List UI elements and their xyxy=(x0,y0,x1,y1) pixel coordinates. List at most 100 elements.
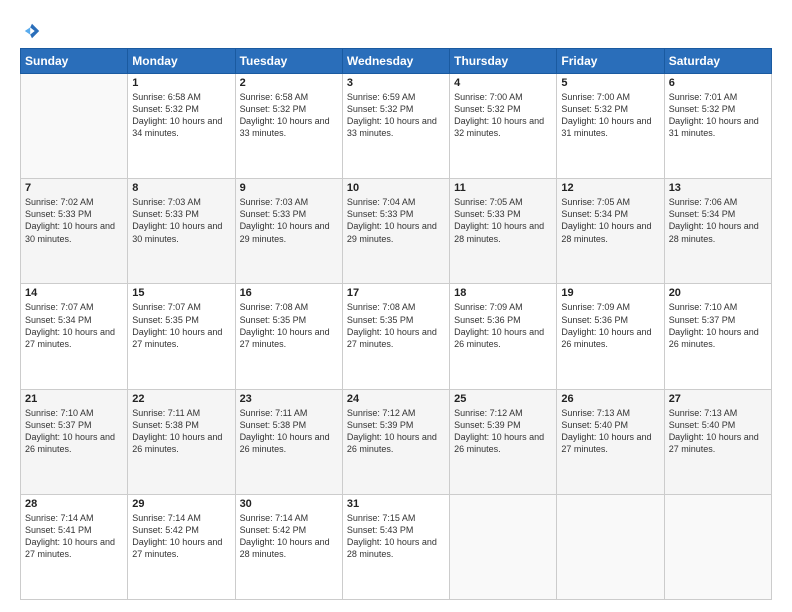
day-number: 19 xyxy=(561,287,659,299)
day-number: 28 xyxy=(25,498,123,510)
day-of-week-header: Tuesday xyxy=(235,49,342,74)
day-of-week-header: Thursday xyxy=(450,49,557,74)
day-number: 9 xyxy=(240,182,338,194)
calendar-week-row: 1 Sunrise: 6:58 AMSunset: 5:32 PMDaylight… xyxy=(21,74,772,179)
day-detail: Sunrise: 7:07 AMSunset: 5:34 PMDaylight:… xyxy=(25,301,123,350)
day-detail: Sunrise: 7:08 AMSunset: 5:35 PMDaylight:… xyxy=(240,301,338,350)
day-number: 17 xyxy=(347,287,445,299)
day-number: 21 xyxy=(25,393,123,405)
calendar-cell: 24Sunrise: 7:12 AMSunset: 5:39 PMDayligh… xyxy=(342,389,449,494)
day-detail: Sunrise: 7:10 AMSunset: 5:37 PMDaylight:… xyxy=(25,407,123,456)
calendar-cell: 6Sunrise: 7:01 AMSunset: 5:32 PMDaylight… xyxy=(664,74,771,179)
day-detail: Sunrise: 6:59 AMSunset: 5:32 PMDaylight:… xyxy=(347,91,445,140)
calendar-cell: 23 Sunrise: 7:11 AMSunset: 5:38 PMDayligh… xyxy=(235,389,342,494)
day-number: 13 xyxy=(669,182,767,194)
header xyxy=(20,18,772,40)
day-number: 12 xyxy=(561,182,659,194)
day-detail: Sunrise: 6:58 AMSunset: 5:32 PMDaylight:… xyxy=(132,91,230,140)
day-detail: Sunrise: 7:03 AMSunset: 5:33 PMDaylight:… xyxy=(240,196,338,245)
day-number: 31 xyxy=(347,498,445,510)
day-number: 16 xyxy=(240,287,338,299)
day-detail: Sunrise: 7:13 AMSunset: 5:40 PMDaylight:… xyxy=(669,407,767,456)
day-detail: Sunrise: 7:14 AMSunset: 5:41 PMDaylight:… xyxy=(25,512,123,561)
calendar-cell: 29 Sunrise: 7:14 AMSunset: 5:42 PMDayligh… xyxy=(128,494,235,599)
calendar-cell: 12 Sunrise: 7:05 AMSunset: 5:34 PMDayligh… xyxy=(557,179,664,284)
day-detail: Sunrise: 7:07 AMSunset: 5:35 PMDaylight:… xyxy=(132,301,230,350)
day-detail: Sunrise: 7:00 AMSunset: 5:32 PMDaylight:… xyxy=(454,91,552,140)
day-number: 8 xyxy=(132,182,230,194)
day-detail: Sunrise: 7:10 AMSunset: 5:37 PMDaylight:… xyxy=(669,301,767,350)
logo xyxy=(20,18,41,40)
calendar-cell: 2Sunrise: 6:58 AMSunset: 5:32 PMDaylight… xyxy=(235,74,342,179)
calendar-cell: 17 Sunrise: 7:08 AMSunset: 5:35 PMDayligh… xyxy=(342,284,449,389)
calendar-header-row: SundayMondayTuesdayWednesdayThursdayFrid… xyxy=(21,49,772,74)
calendar-cell: 20 Sunrise: 7:10 AMSunset: 5:37 PMDayligh… xyxy=(664,284,771,389)
calendar-cell: 8 Sunrise: 7:03 AMSunset: 5:33 PMDaylight… xyxy=(128,179,235,284)
calendar-cell: 3Sunrise: 6:59 AMSunset: 5:32 PMDaylight… xyxy=(342,74,449,179)
calendar-cell: 4 Sunrise: 7:00 AMSunset: 5:32 PMDaylight… xyxy=(450,74,557,179)
day-detail: Sunrise: 7:08 AMSunset: 5:35 PMDaylight:… xyxy=(347,301,445,350)
day-of-week-header: Monday xyxy=(128,49,235,74)
calendar-cell: 1 Sunrise: 6:58 AMSunset: 5:32 PMDaylight… xyxy=(128,74,235,179)
calendar-cell xyxy=(21,74,128,179)
calendar-week-row: 21 Sunrise: 7:10 AMSunset: 5:37 PMDayligh… xyxy=(21,389,772,494)
day-detail: Sunrise: 7:14 AMSunset: 5:42 PMDaylight:… xyxy=(132,512,230,561)
day-detail: Sunrise: 7:02 AMSunset: 5:33 PMDaylight:… xyxy=(25,196,123,245)
day-number: 15 xyxy=(132,287,230,299)
calendar-cell: 22Sunrise: 7:11 AMSunset: 5:38 PMDayligh… xyxy=(128,389,235,494)
day-detail: Sunrise: 7:15 AMSunset: 5:43 PMDaylight:… xyxy=(347,512,445,561)
day-of-week-header: Sunday xyxy=(21,49,128,74)
day-of-week-header: Wednesday xyxy=(342,49,449,74)
day-detail: Sunrise: 7:09 AMSunset: 5:36 PMDaylight:… xyxy=(454,301,552,350)
calendar-cell: 10 Sunrise: 7:04 AMSunset: 5:33 PMDayligh… xyxy=(342,179,449,284)
day-number: 27 xyxy=(669,393,767,405)
day-detail: Sunrise: 7:09 AMSunset: 5:36 PMDaylight:… xyxy=(561,301,659,350)
day-number: 2 xyxy=(240,77,338,89)
calendar-cell xyxy=(450,494,557,599)
calendar-cell: 5Sunrise: 7:00 AMSunset: 5:32 PMDaylight… xyxy=(557,74,664,179)
calendar-cell: 21 Sunrise: 7:10 AMSunset: 5:37 PMDayligh… xyxy=(21,389,128,494)
day-number: 4 xyxy=(454,77,552,89)
calendar-cell: 30Sunrise: 7:14 AMSunset: 5:42 PMDayligh… xyxy=(235,494,342,599)
calendar-cell: 25 Sunrise: 7:12 AMSunset: 5:39 PMDayligh… xyxy=(450,389,557,494)
page: SundayMondayTuesdayWednesdayThursdayFrid… xyxy=(0,0,792,612)
day-detail: Sunrise: 7:03 AMSunset: 5:33 PMDaylight:… xyxy=(132,196,230,245)
calendar-cell: 7 Sunrise: 7:02 AMSunset: 5:33 PMDaylight… xyxy=(21,179,128,284)
day-detail: Sunrise: 7:12 AMSunset: 5:39 PMDaylight:… xyxy=(347,407,445,456)
calendar-cell: 18 Sunrise: 7:09 AMSunset: 5:36 PMDayligh… xyxy=(450,284,557,389)
calendar-cell: 16 Sunrise: 7:08 AMSunset: 5:35 PMDayligh… xyxy=(235,284,342,389)
logo-icon xyxy=(23,22,41,40)
day-number: 6 xyxy=(669,77,767,89)
calendar-cell: 19 Sunrise: 7:09 AMSunset: 5:36 PMDayligh… xyxy=(557,284,664,389)
day-number: 14 xyxy=(25,287,123,299)
calendar-cell: 11 Sunrise: 7:05 AMSunset: 5:33 PMDayligh… xyxy=(450,179,557,284)
calendar-cell xyxy=(664,494,771,599)
day-of-week-header: Saturday xyxy=(664,49,771,74)
day-number: 5 xyxy=(561,77,659,89)
day-detail: Sunrise: 7:13 AMSunset: 5:40 PMDaylight:… xyxy=(561,407,659,456)
day-number: 7 xyxy=(25,182,123,194)
calendar-cell: 15 Sunrise: 7:07 AMSunset: 5:35 PMDayligh… xyxy=(128,284,235,389)
day-detail: Sunrise: 7:12 AMSunset: 5:39 PMDaylight:… xyxy=(454,407,552,456)
day-detail: Sunrise: 7:05 AMSunset: 5:34 PMDaylight:… xyxy=(561,196,659,245)
day-number: 10 xyxy=(347,182,445,194)
day-number: 26 xyxy=(561,393,659,405)
calendar-cell: 31 Sunrise: 7:15 AMSunset: 5:43 PMDayligh… xyxy=(342,494,449,599)
day-number: 18 xyxy=(454,287,552,299)
day-detail: Sunrise: 7:05 AMSunset: 5:33 PMDaylight:… xyxy=(454,196,552,245)
day-number: 11 xyxy=(454,182,552,194)
day-number: 30 xyxy=(240,498,338,510)
calendar-cell xyxy=(557,494,664,599)
day-number: 29 xyxy=(132,498,230,510)
day-number: 25 xyxy=(454,393,552,405)
calendar-cell: 27 Sunrise: 7:13 AMSunset: 5:40 PMDayligh… xyxy=(664,389,771,494)
day-detail: Sunrise: 7:04 AMSunset: 5:33 PMDaylight:… xyxy=(347,196,445,245)
day-number: 20 xyxy=(669,287,767,299)
day-detail: Sunrise: 7:06 AMSunset: 5:34 PMDaylight:… xyxy=(669,196,767,245)
day-detail: Sunrise: 7:11 AMSunset: 5:38 PMDaylight:… xyxy=(240,407,338,456)
calendar-table: SundayMondayTuesdayWednesdayThursdayFrid… xyxy=(20,48,772,600)
day-number: 1 xyxy=(132,77,230,89)
day-number: 23 xyxy=(240,393,338,405)
calendar-cell: 14 Sunrise: 7:07 AMSunset: 5:34 PMDayligh… xyxy=(21,284,128,389)
day-of-week-header: Friday xyxy=(557,49,664,74)
